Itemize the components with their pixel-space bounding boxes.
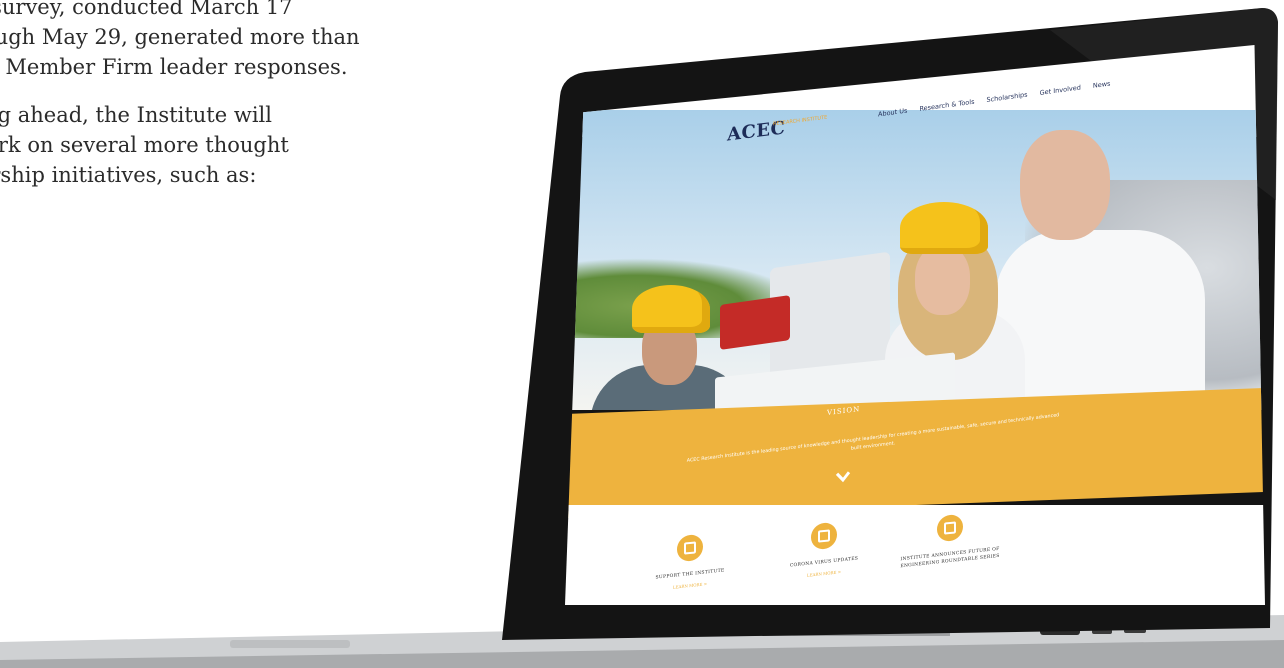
- hard-hat-icon: [937, 513, 963, 543]
- hero-image: [565, 110, 1265, 410]
- chevron-down-icon[interactable]: [835, 470, 851, 484]
- laptop-mockup: ACEC RESEARCH INSTITUTE About Us Researc…: [0, 0, 1284, 668]
- hard-hat-icon: [632, 285, 710, 333]
- feature-corona-updates[interactable]: CORONA VIRUS UPDATES LEARN MORE >: [779, 518, 869, 580]
- hard-hat-icon: [900, 202, 988, 254]
- base-notch: [230, 640, 350, 648]
- hand-heart-icon: [677, 533, 703, 563]
- screen-display: ACEC RESEARCH INSTITUTE About Us Researc…: [565, 45, 1265, 605]
- person-face: [1020, 130, 1110, 240]
- person-face: [915, 245, 970, 315]
- warning-icon: [811, 521, 837, 551]
- feature-support-institute[interactable]: SUPPORT THE INSTITUTE LEARN MORE >: [645, 530, 735, 592]
